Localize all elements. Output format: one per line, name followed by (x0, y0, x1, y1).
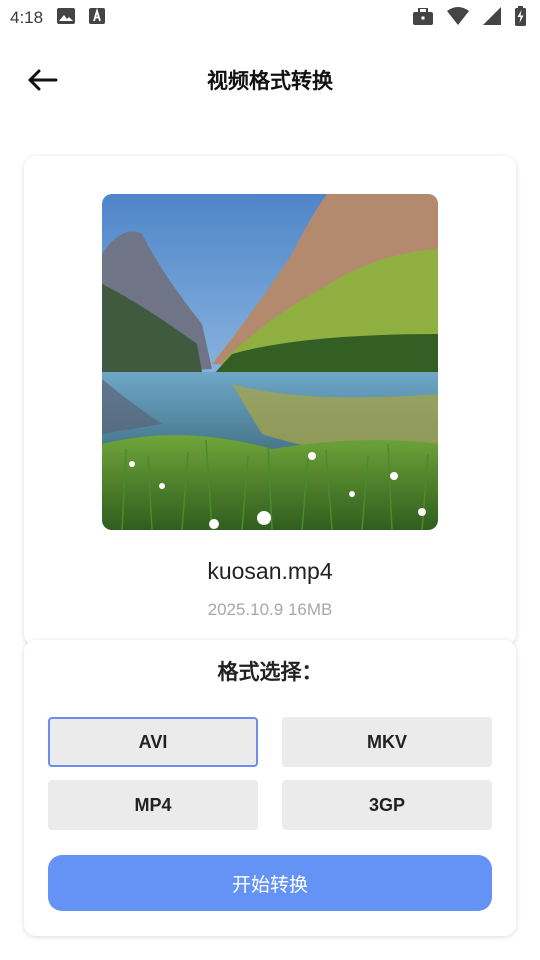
format-option-mp4[interactable]: MP4 (48, 780, 258, 830)
signal-icon (483, 7, 501, 29)
wifi-icon (447, 7, 469, 29)
format-option-3gp[interactable]: 3GP (282, 780, 492, 830)
video-thumbnail[interactable] (102, 194, 438, 530)
format-section-title: 格式选择： (217, 660, 323, 684)
format-option-avi[interactable]: AVI (48, 717, 258, 767)
arrow-left-icon (28, 69, 58, 91)
format-option-mkv[interactable]: MKV (282, 717, 492, 767)
app-bar: 视频格式转换 (0, 48, 540, 112)
status-time: 4:18 (10, 8, 44, 27)
text-a-icon (89, 7, 106, 28)
landscape-image (102, 194, 438, 530)
briefcase-icon (413, 6, 433, 29)
status-right (413, 6, 526, 30)
status-bar: 4:18 (0, 0, 540, 36)
battery-charging-icon (515, 6, 526, 30)
file-card: kuosan.mp4 2025.10.9 16MB (24, 156, 516, 646)
page-title: 视频格式转换 (207, 69, 333, 93)
format-card: 格式选择： AVI MKV MP4 3GP 开始转换 (24, 640, 516, 936)
image-icon (57, 8, 76, 28)
back-button[interactable] (22, 60, 62, 100)
start-convert-button[interactable]: 开始转换 (48, 855, 492, 911)
file-meta: 2025.10.9 16MB (207, 600, 333, 619)
file-name: kuosan.mp4 (207, 558, 333, 584)
status-left: 4:18 (10, 7, 106, 28)
